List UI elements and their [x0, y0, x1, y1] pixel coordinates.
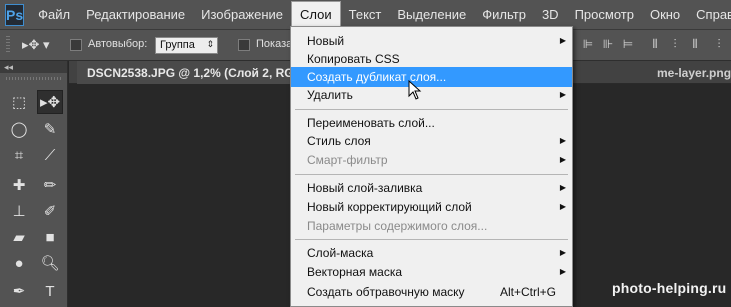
- menu-layers[interactable]: Слои: [291, 0, 341, 29]
- menu-item-delete[interactable]: Удалить ▶: [291, 85, 572, 105]
- pen-icon[interactable]: ✒: [6, 279, 32, 303]
- marquee-icon[interactable]: ⬚: [6, 90, 32, 114]
- menu-item-rename-layer[interactable]: Переименовать слой...: [291, 113, 572, 133]
- history-brush-icon[interactable]: ✐: [37, 199, 63, 223]
- menu-item-vector-mask[interactable]: Векторная маска ▶: [291, 262, 572, 282]
- stamp-icon[interactable]: ⊥: [6, 199, 32, 223]
- menu-item-new-adjustment-layer-label: Новый корректирующий слой: [307, 200, 472, 214]
- submenu-arrow-icon: ▶: [559, 155, 566, 164]
- align-left-icon[interactable]: ⊫: [581, 37, 595, 53]
- lasso-icon[interactable]: ◯: [6, 117, 32, 141]
- menu-item-vector-mask-label: Векторная маска: [307, 265, 403, 279]
- options-grip[interactable]: [6, 36, 10, 54]
- align-center-icon[interactable]: ⊪: [601, 37, 615, 53]
- eraser-icon[interactable]: ▰: [6, 225, 32, 249]
- menu-file[interactable]: Файл: [30, 0, 78, 30]
- autoselect-label: Автовыбор:: [88, 38, 148, 50]
- submenu-arrow-icon: ▶: [559, 267, 566, 276]
- menu-window[interactable]: Окно: [642, 0, 688, 30]
- brush-icon[interactable]: ✏: [37, 173, 63, 197]
- menu-view[interactable]: Просмотр: [567, 0, 642, 30]
- watermark-text: photo-helping.ru: [612, 280, 727, 296]
- text-icon[interactable]: T: [37, 279, 63, 303]
- submenu-arrow-icon: ▶: [559, 36, 566, 45]
- menu-item-layer-content-options-label: Параметры содержимого слоя...: [307, 219, 488, 233]
- menu-edit[interactable]: Редактирование: [78, 0, 193, 30]
- photoshop-logo: Ps: [5, 3, 25, 26]
- eyedropper-icon[interactable]: ⟋: [37, 143, 63, 167]
- menu-item-copy-css-label: Копировать CSS: [307, 52, 400, 66]
- submenu-arrow-icon: ▶: [559, 90, 566, 99]
- autoselect-target-value: Группа: [160, 39, 195, 51]
- menu-item-smart-filter-label: Смарт-фильтр: [307, 153, 388, 167]
- move-icon[interactable]: ▸✥: [37, 90, 63, 114]
- menu-separator: [295, 239, 568, 240]
- move-tool-preset-icon[interactable]: ▸✥ ▾: [22, 37, 52, 54]
- crop-icon[interactable]: ⌗: [6, 143, 32, 167]
- menu-item-layer-mask-label: Слой-маска: [307, 246, 374, 260]
- submenu-arrow-icon: ▶: [559, 202, 566, 211]
- document-tab-other[interactable]: me-layer.png @ 100% (Сло...: [645, 61, 731, 84]
- submenu-arrow-icon: ▶: [559, 248, 566, 257]
- menu-image[interactable]: Изображение: [193, 0, 291, 30]
- submenu-arrow-icon: ▶: [559, 183, 566, 192]
- layers-menu-dropdown: Новый ▶ Копировать CSS Создать дубликат …: [290, 26, 573, 307]
- autoselect-target-select[interactable]: Группа ⇕: [155, 37, 218, 54]
- menu-separator: [295, 109, 568, 110]
- autoselect-checkbox[interactable]: [70, 39, 82, 51]
- submenu-arrow-icon: ▶: [559, 136, 566, 145]
- menu-item-create-clipping-mask-label: Создать обтравочную маску: [307, 285, 465, 299]
- menu-item-rename-layer-label: Переименовать слой...: [307, 116, 435, 130]
- menu-help[interactable]: Справка: [688, 0, 731, 30]
- menu-item-layer-style[interactable]: Стиль слоя ▶: [291, 131, 572, 151]
- tools-panel-header[interactable]: ◂◂: [0, 61, 67, 73]
- distribute-right-icon[interactable]: ⫴: [688, 37, 702, 53]
- menu-item-new-label: Новый: [307, 34, 345, 48]
- menu-separator: [295, 174, 568, 175]
- menu-item-copy-css[interactable]: Копировать CSS: [291, 49, 572, 69]
- distribute-left-icon[interactable]: ⫴: [648, 37, 662, 53]
- menu-item-new-adjustment-layer[interactable]: Новый корректирующий слой ▶: [291, 197, 572, 217]
- menu-item-layer-mask[interactable]: Слой-маска ▶: [291, 243, 572, 263]
- select-arrows-icon: ⇕: [206, 39, 214, 49]
- menu-item-delete-label: Удалить: [307, 88, 353, 102]
- shortcut-label: Alt+Ctrl+G: [499, 285, 556, 299]
- mouse-cursor-icon: [408, 80, 422, 100]
- dodge-icon[interactable]: 🔍︎: [37, 251, 63, 275]
- quick-select-icon[interactable]: ✎: [37, 117, 63, 141]
- menu-item-duplicate-layer[interactable]: Создать дубликат слоя...: [291, 67, 572, 87]
- menu-item-new[interactable]: Новый ▶: [291, 31, 572, 51]
- align-right-icon[interactable]: ⊨: [621, 37, 635, 53]
- blur-icon[interactable]: ●: [6, 251, 32, 275]
- distribute-center-icon[interactable]: ⫶: [668, 37, 682, 53]
- menu-item-layer-content-options: Параметры содержимого слоя...: [291, 216, 572, 236]
- menu-item-duplicate-layer-label: Создать дубликат слоя...: [307, 70, 447, 84]
- tools-panel: ◂◂ ⬚ ▸✥ ◯ ✎ ⌗ ⟋ ✚ ✏ ⊥ ✐ ▰ ■ ● 🔍︎ ✒ T: [0, 61, 68, 307]
- menu-item-smart-filter: Смарт-фильтр ▶: [291, 150, 572, 170]
- show-controls-checkbox[interactable]: [238, 39, 250, 51]
- distribute-extra-icon[interactable]: ⫶: [712, 37, 726, 53]
- menu-item-new-fill-layer-label: Новый слой-заливка: [307, 181, 423, 195]
- menu-item-new-fill-layer[interactable]: Новый слой-заливка ▶: [291, 178, 572, 198]
- menu-item-create-clipping-mask[interactable]: Создать обтравочную маску Alt+Ctrl+G: [291, 282, 572, 302]
- menu-item-layer-style-label: Стиль слоя: [307, 134, 371, 148]
- tools-panel-grip[interactable]: [5, 77, 62, 80]
- healing-icon[interactable]: ✚: [6, 173, 32, 197]
- gradient-icon[interactable]: ■: [37, 225, 63, 249]
